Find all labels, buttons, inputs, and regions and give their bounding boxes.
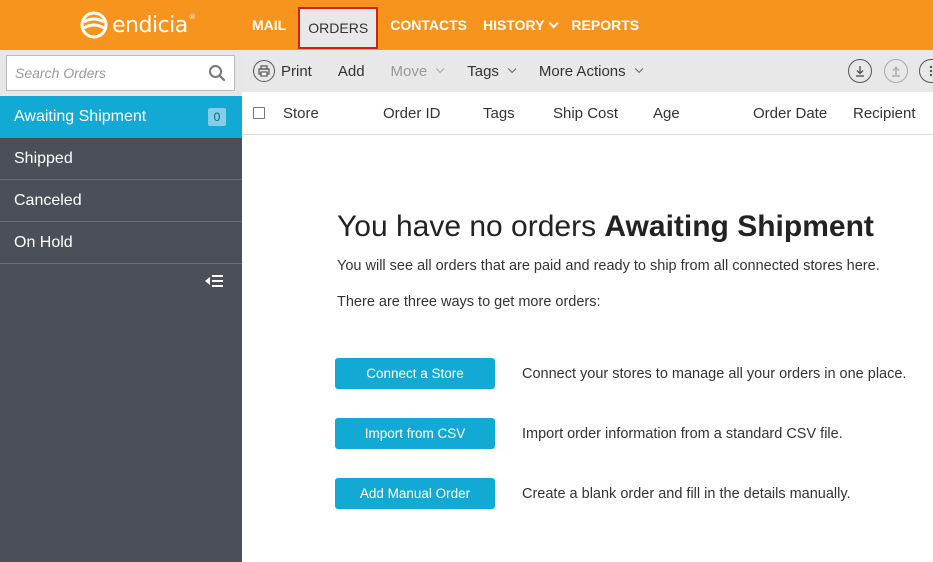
orders-table-header: Store Order ID Tags Ship Cost Age Order … <box>242 92 933 135</box>
empty-state-title: You have no orders Awaiting Shipment <box>337 210 874 243</box>
way-description: Create a blank order and fill in the det… <box>522 485 851 502</box>
sidebar-item-label: On Hold <box>14 233 73 251</box>
collapse-sidebar-icon[interactable] <box>204 274 224 293</box>
upload-icon[interactable] <box>884 59 908 83</box>
sidebar-item-on-hold[interactable]: On Hold <box>0 222 242 264</box>
add-manual-order-button[interactable]: Add Manual Order <box>335 478 495 509</box>
move-dropdown[interactable]: Move <box>391 63 445 80</box>
toolbar: Print Add Move Tags More Actions <box>242 50 933 92</box>
more-options-icon[interactable] <box>919 59 933 83</box>
way-connect-store: Connect a Store Connect your stores to m… <box>335 358 906 389</box>
way-description: Connect your stores to manage all your o… <box>522 365 907 382</box>
column-header-order-date[interactable]: Order Date <box>753 105 827 122</box>
tags-dropdown[interactable]: Tags <box>467 63 517 80</box>
sidebar-item-awaiting-shipment[interactable]: Awaiting Shipment 0 <box>0 96 242 138</box>
column-header-tags[interactable]: Tags <box>483 105 515 122</box>
empty-state: You have no orders Awaiting Shipment You… <box>337 210 933 310</box>
top-bar: endicia® MAIL ORDERS CONTACTS HISTORY RE… <box>0 0 933 50</box>
sidebar-item-label: Awaiting Shipment <box>14 107 147 125</box>
print-button[interactable]: Print <box>253 60 312 82</box>
sidebar-item-canceled[interactable]: Canceled <box>0 180 242 222</box>
sidebar-item-label: Shipped <box>14 149 73 167</box>
main-nav: MAIL ORDERS CONTACTS HISTORY REPORTS <box>244 0 647 50</box>
sidebar: Awaiting Shipment 0 Shipped Canceled On … <box>0 50 242 562</box>
chevron-down-icon <box>436 64 445 74</box>
empty-state-ways-intro: There are three ways to get more orders: <box>337 294 601 310</box>
endicia-logo-icon <box>80 11 108 39</box>
column-header-order-id[interactable]: Order ID <box>383 105 441 122</box>
chevron-down-icon <box>507 64 517 74</box>
nav-orders[interactable]: ORDERS <box>298 7 379 49</box>
column-header-age[interactable]: Age <box>653 105 680 122</box>
search-input[interactable] <box>7 56 197 90</box>
download-icon[interactable] <box>848 59 872 83</box>
search-area <box>0 50 242 96</box>
count-badge: 0 <box>208 108 226 126</box>
more-actions-dropdown[interactable]: More Actions <box>539 63 644 80</box>
way-description: Import order information from a standard… <box>522 425 843 442</box>
endicia-logo[interactable]: endicia® <box>80 10 196 40</box>
connect-store-button[interactable]: Connect a Store <box>335 358 495 389</box>
search-box <box>6 55 235 91</box>
add-button[interactable]: Add <box>338 63 365 80</box>
column-header-recipient[interactable]: Recipient <box>853 105 916 122</box>
toolbar-right <box>836 59 933 83</box>
nav-reports[interactable]: REPORTS <box>563 0 647 50</box>
brand-mark: ® <box>188 12 196 21</box>
import-csv-button[interactable]: Import from CSV <box>335 418 495 449</box>
chevron-down-icon <box>549 17 559 28</box>
way-import-csv: Import from CSV Import order information… <box>335 418 843 449</box>
column-header-ship-cost[interactable]: Ship Cost <box>553 105 618 122</box>
chevron-down-icon <box>634 64 644 74</box>
way-manual-order: Add Manual Order Create a blank order an… <box>335 478 851 509</box>
empty-state-subtitle: You will see all orders that are paid an… <box>337 258 880 274</box>
select-all-checkbox[interactable] <box>253 107 265 119</box>
brand-name: endicia <box>112 12 188 38</box>
sidebar-item-shipped[interactable]: Shipped <box>0 138 242 180</box>
printer-icon <box>253 60 275 82</box>
column-header-store[interactable]: Store <box>283 105 319 122</box>
sidebar-item-label: Canceled <box>14 191 82 209</box>
nav-contacts[interactable]: CONTACTS <box>382 0 475 50</box>
nav-history[interactable]: HISTORY <box>475 0 563 50</box>
search-icon[interactable] <box>208 64 226 87</box>
nav-mail[interactable]: MAIL <box>244 0 294 50</box>
